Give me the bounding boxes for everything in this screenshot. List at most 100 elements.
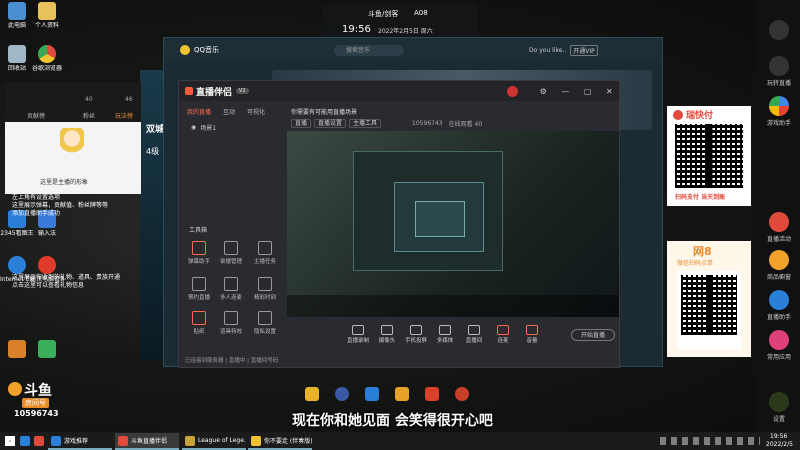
taskbar-app-live-companion[interactable]: 斗鱼直播伴侣 (115, 433, 179, 450)
privacy-icon (258, 311, 272, 325)
dock-item-5[interactable]: 直播助手 (765, 290, 793, 321)
tool-highlights[interactable]: 精彩时刻 (251, 277, 279, 301)
app-icon[interactable] (305, 387, 319, 401)
chat-message: 这里展示你收到的礼物、道具、贵族开通 (12, 274, 121, 281)
computer-icon (8, 2, 26, 20)
dock-item-7[interactable]: 设置 (765, 392, 793, 423)
dock-item-0[interactable] (765, 20, 793, 42)
app-icon[interactable] (395, 387, 409, 401)
tool-schedule[interactable]: 预约直播 (185, 277, 213, 301)
chrome-icon (38, 45, 56, 63)
lc-titlebar: 直播伴侣 V2 ⚙ — ▢ ✕ (179, 81, 619, 101)
calendar-icon (192, 277, 206, 291)
pinned-app-icon[interactable] (34, 436, 44, 446)
preview-toolbar (287, 295, 619, 317)
live-icon (118, 435, 128, 446)
live-companion-window[interactable]: 直播伴侣 V2 ⚙ — ▢ ✕ 我的直播 互动 可视化 ◉ 场景1 工具箱 弹幕助… (178, 80, 620, 368)
desktop-icon-chrome[interactable]: 谷歌浏览器 (30, 45, 64, 72)
taskbar-app-game-recommend[interactable]: 游戏推荐 (48, 433, 112, 450)
douyu-logo-text: 斗鱼 (24, 383, 52, 399)
right-dock: 玩转直播 游戏助手 直播活动 商品橱窗 直播助手 常用应用 设置 (755, 0, 800, 432)
tab-gameplay[interactable]: 玩法榜 (115, 111, 133, 120)
room-id: 10596743 (412, 120, 443, 127)
room-badge: 房间号 (22, 398, 49, 408)
tab-fans[interactable]: 粉丝 (83, 111, 95, 120)
clock-time[interactable]: 19:56 (770, 433, 787, 440)
chat-message: 点击这里可以查看礼物信息 (12, 282, 85, 289)
bottom-toolbar: 直播录制 摄像头 手机投屏 多媒体 直播间 连麦 音量 (345, 325, 548, 344)
btool-record[interactable]: 直播录制 (345, 325, 371, 344)
volume-icon (526, 325, 538, 335)
status-bar: 已连接到服务器 | 直播中 | 直播间号码 (185, 358, 279, 364)
clock-date[interactable]: 2022/2/5 (766, 441, 793, 448)
tool-recording[interactable]: 录播管理 (217, 241, 245, 265)
ad-top-logo: 瑞快付 (673, 108, 713, 121)
tool-privacy[interactable]: 隐私设置 (251, 311, 279, 335)
qq-music-search[interactable]: 搜索音乐 (334, 44, 405, 56)
ad-bottom-qrcode (677, 271, 741, 349)
tray-icons[interactable] (660, 437, 760, 445)
tasks-icon (258, 241, 272, 255)
ad-bottom: 网8 微信扫码点单 (667, 241, 751, 357)
btool-mobile[interactable]: 手机投屏 (403, 325, 429, 344)
nested-preview-inner (394, 182, 484, 252)
subtitle: 现在你和她见面 会笑得很开心吧 (292, 413, 493, 429)
tab-visual[interactable]: 可视化 (247, 107, 265, 116)
start-live-button[interactable]: 开始直播 (571, 329, 615, 341)
tool-sticker[interactable]: 贴纸 (185, 311, 213, 335)
apps-icon (769, 330, 789, 350)
taskbar-app-music[interactable]: 你不要走 (伴奏版) (248, 433, 312, 450)
dock-item-1[interactable]: 玩转直播 (765, 56, 793, 87)
tools-chip[interactable]: 主播工具 (349, 119, 382, 128)
app-icon[interactable] (365, 387, 379, 401)
app-icon[interactable] (335, 387, 349, 401)
recording-icon (224, 241, 238, 255)
start-button[interactable] (5, 436, 15, 446)
record-icon (352, 325, 364, 335)
app-icon[interactable] (455, 387, 469, 401)
lc-chips: 直播 直播设置 主播工具 10596743 在线观看 40 (291, 119, 482, 128)
mic-icon (224, 277, 238, 291)
tab-interaction[interactable]: 互动 (223, 107, 235, 116)
tab-my-live[interactable]: 我的直播 (187, 107, 211, 116)
tab-contribution[interactable]: 贡献榜 (27, 111, 45, 120)
btool-mic[interactable]: 连麦 (490, 325, 516, 344)
taskbar-app-league[interactable]: League of Lege... (182, 433, 246, 450)
desktop-icon-this-pc[interactable]: 此电脑 (0, 2, 34, 29)
btool-room[interactable]: 直播间 (461, 325, 487, 344)
dock-item-4[interactable]: 商品橱窗 (765, 250, 793, 281)
qq-music-vip[interactable]: 开通VIP (570, 44, 598, 56)
game-icon (51, 435, 61, 446)
desktop-icon-extra-2[interactable] (30, 340, 64, 360)
tools-title: 工具箱 (189, 227, 208, 234)
settings-chip[interactable]: 直播设置 (314, 119, 347, 128)
window-controls[interactable]: ⚙ — ▢ ✕ (540, 87, 619, 96)
top-clock-badge: 斗鱼/剑客 A08 19:56 2022年2月5日 周六 (322, 4, 478, 38)
qq-music-user[interactable]: Do you like.. (529, 47, 566, 54)
ad-bottom-caption: 微信扫码点单 (677, 260, 714, 267)
tool-tasks[interactable]: 主播任务 (251, 241, 279, 265)
chat-panel: 40 46 贡献榜 粉丝 玩法榜 这里是主播的形象 (5, 82, 141, 194)
desktop-icon-extra-1[interactable] (0, 340, 34, 360)
effects-icon (224, 311, 238, 325)
dock-item-3[interactable]: 直播活动 (765, 212, 793, 243)
tool-barrage[interactable]: 弹幕助手 (185, 241, 213, 265)
dock-item-2[interactable]: 游戏助手 (765, 96, 793, 127)
tool-effects[interactable]: 道具特效 (217, 311, 245, 335)
btool-volume[interactable]: 音量 (519, 325, 545, 344)
btool-media[interactable]: 多媒体 (432, 325, 458, 344)
lc-avatar[interactable] (506, 85, 518, 97)
desktop-icon-profile[interactable]: 个人资料 (30, 2, 64, 29)
dock-item-6[interactable]: 常用应用 (765, 330, 793, 361)
desktop-icon-recycle-bin[interactable]: 回收站 (0, 45, 34, 72)
mic-icon (497, 325, 509, 335)
pinned-app-icon[interactable] (20, 436, 30, 446)
lc-version: V2 (236, 88, 249, 94)
btool-camera[interactable]: 摄像头 (374, 325, 400, 344)
sticker-caption: 这里是主播的形象 (40, 179, 89, 186)
fish-icon (8, 382, 22, 396)
scene-item[interactable]: ◉ 场景1 (191, 123, 216, 132)
app-icon[interactable] (425, 387, 439, 401)
stream-info-chip[interactable]: 直播 (291, 119, 312, 128)
tool-multi-mic[interactable]: 多人连麦 (217, 277, 245, 301)
